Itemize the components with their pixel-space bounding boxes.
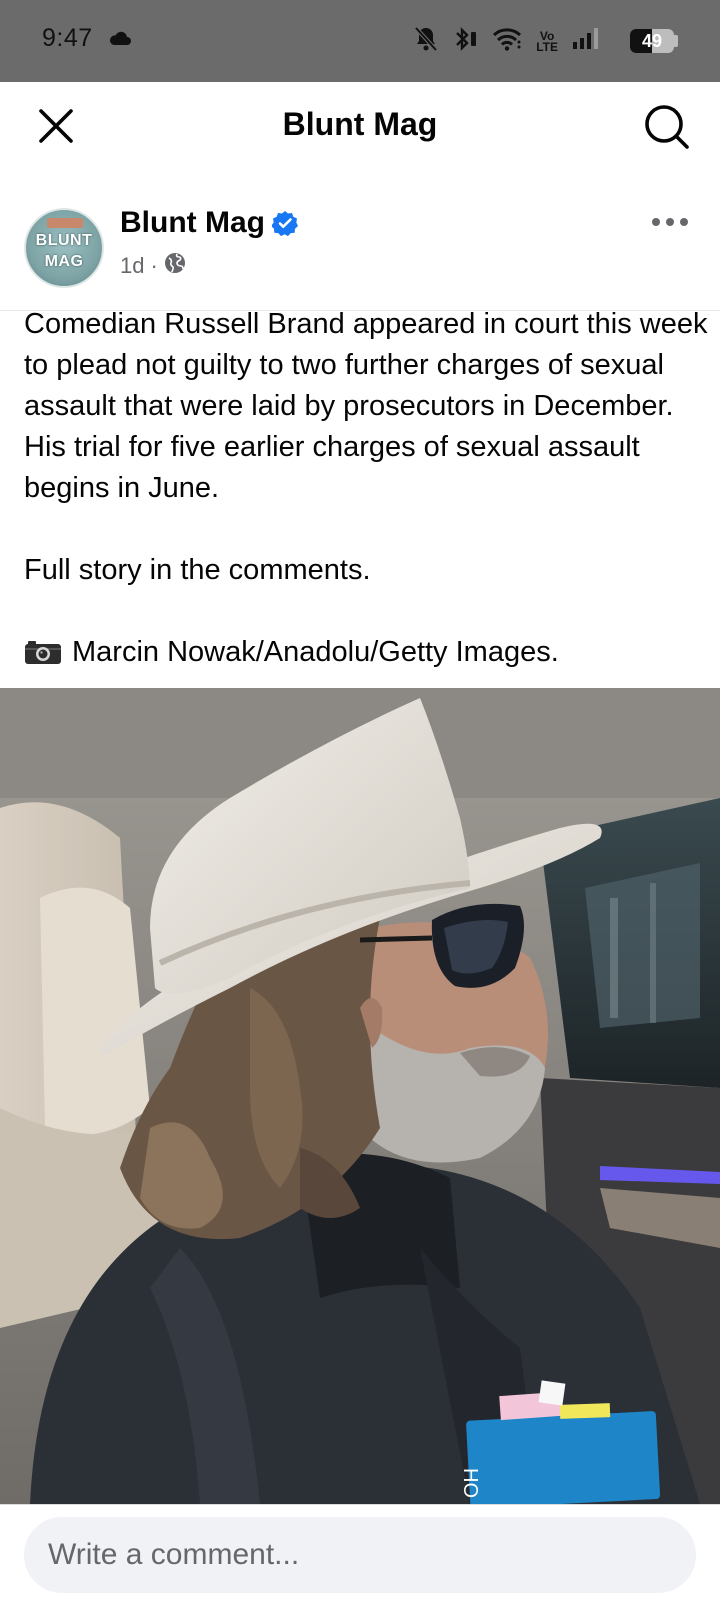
signal-icon bbox=[572, 28, 602, 55]
globe-icon bbox=[164, 252, 186, 280]
avatar-line-2: MAG bbox=[44, 253, 84, 270]
verified-badge-icon bbox=[271, 210, 298, 241]
post-time[interactable]: 1d bbox=[120, 253, 144, 279]
post-photo-illustration: HO bbox=[0, 688, 720, 1504]
page-name-link[interactable]: Blunt Mag bbox=[120, 206, 265, 240]
avatar-line-1: BLUNT bbox=[35, 232, 93, 249]
muted-bell-icon bbox=[414, 26, 438, 57]
page-title: Blunt Mag bbox=[282, 106, 438, 142]
status-bar: 9:47 Vo LTE 49 bbox=[0, 0, 720, 82]
wifi-icon bbox=[492, 27, 522, 56]
status-time: 9:47 bbox=[42, 24, 93, 52]
bluetooth-icon bbox=[452, 26, 478, 57]
comment-input[interactable] bbox=[24, 1517, 696, 1593]
search-button[interactable] bbox=[642, 102, 692, 152]
comment-bar bbox=[0, 1504, 720, 1604]
search-icon bbox=[645, 105, 689, 149]
battery-tip bbox=[674, 35, 678, 47]
more-dot-icon bbox=[652, 218, 660, 226]
folder-print: HO bbox=[459, 1468, 481, 1498]
more-dot-icon bbox=[680, 218, 688, 226]
post-photo[interactable]: HO bbox=[0, 688, 720, 1504]
more-options-button[interactable] bbox=[648, 210, 692, 234]
post-body: Comedian Russell Brand appeared in court… bbox=[24, 304, 714, 677]
post-paragraph: Comedian Russell Brand appeared in court… bbox=[24, 308, 708, 504]
meta-separator: · bbox=[150, 253, 158, 278]
top-app-bar: Blunt Mag bbox=[0, 82, 720, 174]
photo-credit-text: Marcin Nowak/Anadolu/Getty Images. bbox=[72, 636, 559, 668]
status-icons: Vo LTE bbox=[414, 26, 662, 57]
post-meta: 1d · bbox=[120, 252, 186, 280]
volte-indicator: Vo LTE bbox=[536, 30, 558, 54]
post-cta: Full story in the comments. bbox=[24, 554, 371, 586]
cloud-icon bbox=[108, 30, 132, 51]
photo-credit: Marcin Nowak/Anadolu/Getty Images. bbox=[24, 632, 714, 677]
avatar-banner bbox=[47, 218, 83, 228]
more-dot-icon bbox=[666, 218, 674, 226]
camera-icon bbox=[24, 636, 62, 677]
battery-percent: 49 bbox=[641, 31, 663, 51]
avatar-logo-text: BLUNT MAG bbox=[26, 230, 102, 272]
battery-icon: 49 bbox=[630, 29, 674, 53]
avatar[interactable]: BLUNT MAG bbox=[24, 208, 104, 288]
post-header: BLUNT MAG Blunt Mag 1d · bbox=[0, 186, 720, 298]
volte-label-bottom: LTE bbox=[536, 39, 558, 54]
